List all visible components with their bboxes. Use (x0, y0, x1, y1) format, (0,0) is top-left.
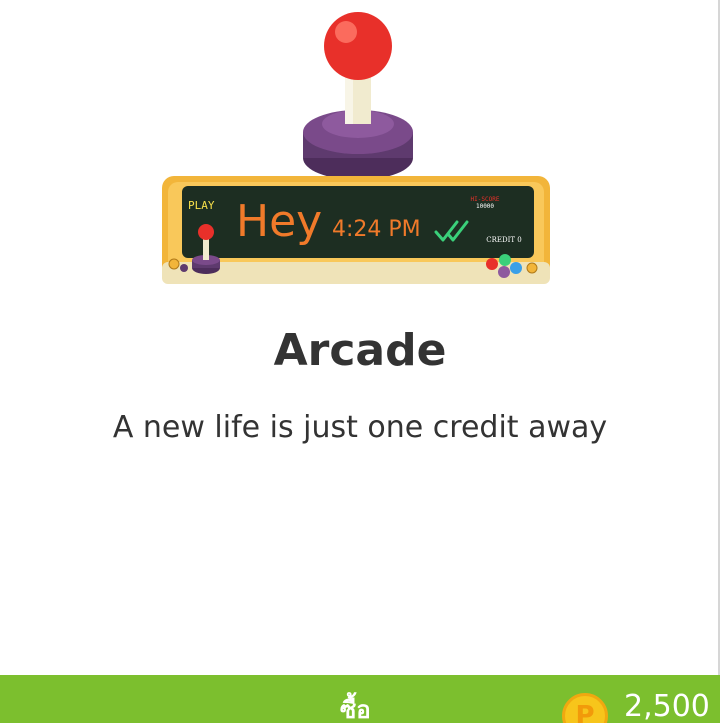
preview-message-text: Hey (236, 196, 322, 247)
price-value: 2,500 (624, 689, 710, 723)
coin-letter: P (575, 701, 595, 723)
play-label: PLAY (188, 199, 215, 212)
button-icon (180, 264, 188, 272)
hiscore-label: HI-SCORE (471, 196, 500, 203)
purchase-bar[interactable]: ซื้อ P 2,500 (0, 675, 720, 723)
hiscore-value: 10000 (476, 203, 494, 210)
credit-label: CREDIT 0 (486, 236, 521, 244)
button-icon (168, 258, 180, 270)
theme-detail-page: PLAY Hey 4:24 PM HI-SCORE 10000 CREDIT 0 (0, 0, 720, 723)
arcade-console: PLAY Hey 4:24 PM HI-SCORE 10000 CREDIT 0 (162, 176, 550, 284)
arcade-theme-preview-image: PLAY Hey 4:24 PM HI-SCORE 10000 CREDIT 0 (162, 12, 550, 284)
coin-icon: P (562, 693, 608, 723)
buy-button-label[interactable]: ซื้อ (340, 686, 371, 723)
preview-time-text: 4:24 PM (332, 217, 421, 242)
joystick-icon (303, 12, 413, 180)
theme-title: Arcade (273, 325, 447, 376)
theme-subtitle: A new life is just one credit away (112, 410, 608, 445)
